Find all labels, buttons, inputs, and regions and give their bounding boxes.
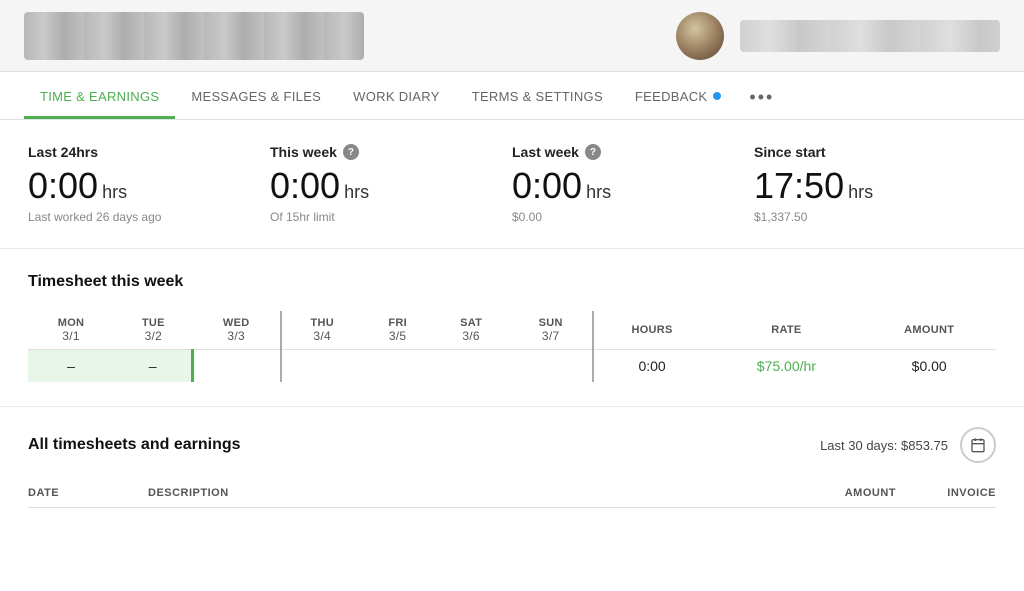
all-timesheets-header: All timesheets and earnings Last 30 days… <box>28 427 996 463</box>
last-week-help-icon[interactable]: ? <box>585 144 601 160</box>
banner-right-area <box>676 12 1000 60</box>
stat-last-week-label: Last week ? <box>512 144 734 160</box>
col-hours: HOURS <box>593 311 711 350</box>
col-fri: FRI3/5 <box>363 311 433 350</box>
this-week-help-icon[interactable]: ? <box>343 144 359 160</box>
stat-last-week: Last week ? 0:00hrs $0.00 <box>512 144 754 224</box>
all-timesheets-title: All timesheets and earnings <box>28 436 241 454</box>
cell-fri <box>363 350 433 383</box>
more-options-button[interactable]: ••• <box>737 73 786 120</box>
banner-right-text <box>740 20 1000 52</box>
stat-last24: Last 24hrs 0:00hrs Last worked 26 days a… <box>28 144 270 224</box>
cell-sat <box>433 350 510 383</box>
earnings-col-invoice: INVOICE <box>896 487 996 499</box>
calendar-button[interactable] <box>960 427 996 463</box>
cell-tue: – <box>114 350 193 383</box>
cell-thu <box>281 350 363 383</box>
col-wed: WED3/3 <box>193 311 281 350</box>
cell-hours: 0:00 <box>593 350 711 383</box>
col-sun: SUN3/7 <box>510 311 593 350</box>
tab-work-diary[interactable]: WORK DIARY <box>337 75 456 119</box>
col-thu: THU3/4 <box>281 311 363 350</box>
col-tue: TUE3/2 <box>114 311 193 350</box>
col-rate: RATE <box>710 311 862 350</box>
stat-this-week-label: This week ? <box>270 144 492 160</box>
tab-messages-files[interactable]: MESSAGES & FILES <box>175 75 337 119</box>
calendar-icon <box>970 437 986 453</box>
tab-time-earnings[interactable]: TIME & EARNINGS <box>24 75 175 119</box>
cell-mon: – <box>28 350 114 383</box>
stat-since-start-value: 17:50hrs <box>754 168 976 204</box>
avatar <box>676 12 724 60</box>
cell-wed <box>193 350 281 383</box>
tab-terms-settings[interactable]: TERMS & SETTINGS <box>456 75 619 119</box>
col-amount: AMOUNT <box>862 311 996 350</box>
timesheet-table: MON3/1 TUE3/2 WED3/3 THU3/4 FRI3/5 SAT3/… <box>28 311 996 382</box>
feedback-dot <box>713 92 721 100</box>
table-row: – – 0:00 $75.00/hr $0.00 <box>28 350 996 383</box>
stat-last24-label: Last 24hrs <box>28 144 250 160</box>
earnings-col-date: DATE <box>28 487 148 499</box>
col-sat: SAT3/6 <box>433 311 510 350</box>
last30-text: Last 30 days: $853.75 <box>820 438 948 453</box>
stat-this-week-sub: Of 15hr limit <box>270 210 492 224</box>
stat-last24-sub: Last worked 26 days ago <box>28 210 250 224</box>
all-timesheets-section: All timesheets and earnings Last 30 days… <box>0 407 1024 528</box>
stat-last24-value: 0:00hrs <box>28 168 250 204</box>
nav-tabs: TIME & EARNINGS MESSAGES & FILES WORK DI… <box>0 72 1024 120</box>
banner-left-image <box>24 12 364 60</box>
earnings-col-description: DESCRIPTION <box>148 487 776 499</box>
header-banner <box>0 0 1024 72</box>
stat-since-start-sub: $1,337.50 <box>754 210 976 224</box>
cell-rate: $75.00/hr <box>710 350 862 383</box>
stat-last-week-sub: $0.00 <box>512 210 734 224</box>
col-mon: MON3/1 <box>28 311 114 350</box>
stat-last-week-value: 0:00hrs <box>512 168 734 204</box>
stat-this-week: This week ? 0:00hrs Of 15hr limit <box>270 144 512 224</box>
stat-since-start-label: Since start <box>754 144 976 160</box>
stat-since-start: Since start 17:50hrs $1,337.50 <box>754 144 996 224</box>
all-timesheets-right: Last 30 days: $853.75 <box>820 427 996 463</box>
earnings-table-header: DATE DESCRIPTION AMOUNT INVOICE <box>28 479 996 508</box>
timesheet-section: Timesheet this week MON3/1 TUE3/2 WED3/3… <box>0 249 1024 407</box>
stat-this-week-value: 0:00hrs <box>270 168 492 204</box>
cell-amount: $0.00 <box>862 350 996 383</box>
timesheet-title: Timesheet this week <box>28 273 996 291</box>
tab-feedback[interactable]: FEEDBACK <box>619 75 737 119</box>
stats-row: Last 24hrs 0:00hrs Last worked 26 days a… <box>0 120 1024 249</box>
earnings-col-amount: AMOUNT <box>776 487 896 499</box>
cell-sun <box>510 350 593 383</box>
